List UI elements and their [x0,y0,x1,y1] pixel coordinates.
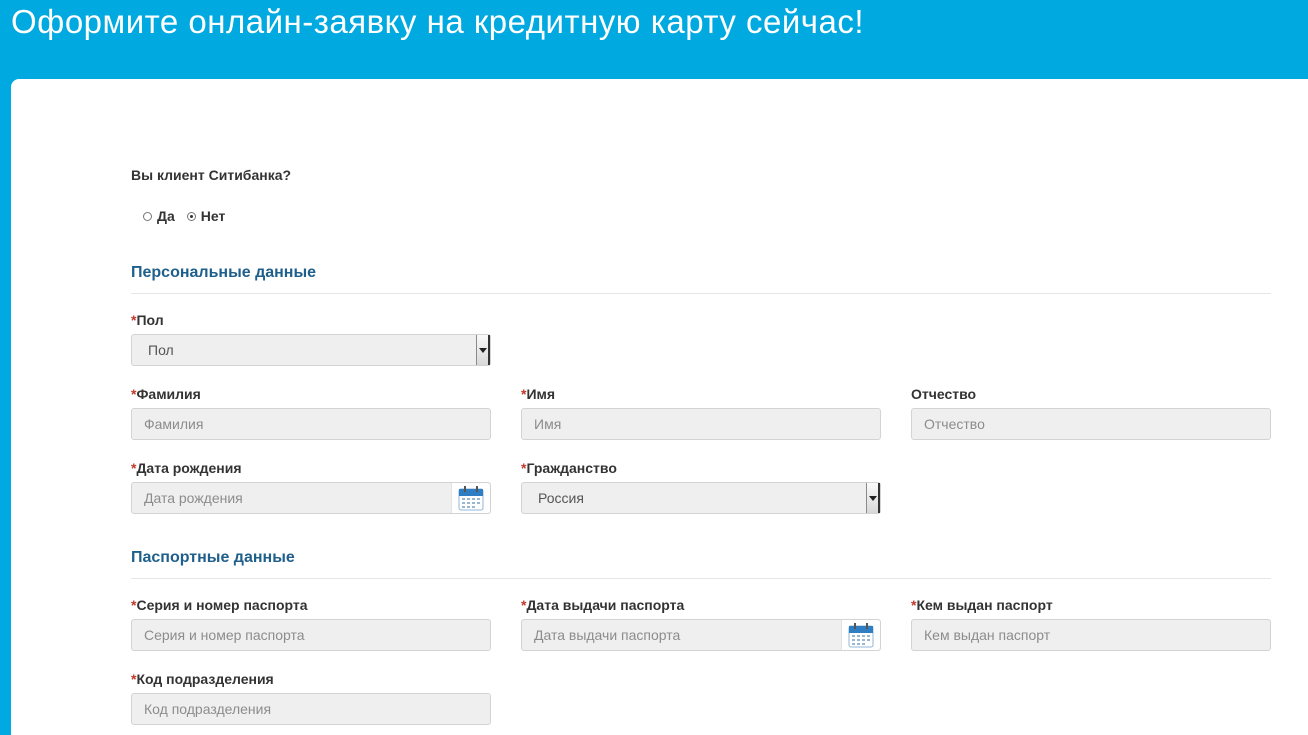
calendar-icon [848,623,874,648]
birth-date-label: *Дата рождения [131,460,242,476]
last-name-label-text: Фамилия [136,386,201,402]
passport-issued-by-label-text: Кем выдан паспорт [916,597,1053,613]
division-code-field [131,693,491,725]
citizenship-label-text: Гражданство [526,460,617,476]
radio-yes[interactable] [143,211,152,221]
first-name-label: *Имя [521,386,555,402]
radio-no[interactable] [186,211,196,221]
page-title: Оформите онлайн-заявку на кредитную карт… [11,3,865,40]
passport-number-input[interactable] [132,620,490,650]
last-name-field [131,408,491,440]
gender-select-value: Пол [148,342,174,358]
section-title-passport: Паспортные данные [131,549,295,566]
passport-issue-date-label-text: Дата выдачи паспорта [526,597,685,613]
section-divider [131,578,1271,579]
citizenship-select-value: Россия [538,490,584,506]
passport-issue-date-label: *Дата выдачи паспорта [521,597,684,613]
birth-date-input[interactable] [132,483,490,513]
passport-issued-by-input[interactable] [912,620,1270,650]
middle-name-input[interactable] [912,409,1270,439]
passport-issue-date-field [521,619,881,651]
birth-date-field [131,482,491,514]
client-radio-group: Да Нет [143,208,225,224]
passport-issue-date-input[interactable] [522,620,880,650]
first-name-input[interactable] [522,409,880,439]
passport-issued-by-label: *Кем выдан паспорт [911,597,1053,613]
section-title-personal: Персональные данные [131,264,317,281]
passport-number-label-text: Серия и номер паспорта [136,597,308,613]
dropdown-arrow-icon[interactable] [866,483,880,513]
middle-name-field [911,408,1271,440]
radio-no-label[interactable]: Нет [201,208,226,224]
gender-label: *Пол [131,312,164,328]
division-code-input[interactable] [132,694,490,724]
passport-issue-date-calendar-button[interactable] [841,620,880,650]
birth-date-label-text: Дата рождения [136,460,242,476]
section-divider [131,293,1271,294]
passport-number-field [131,619,491,651]
division-code-label: *Код подразделения [131,671,274,687]
dropdown-arrow-icon[interactable] [476,335,490,365]
gender-label-text: Пол [136,312,164,328]
first-name-field [521,408,881,440]
citizenship-label: *Гражданство [521,460,617,476]
passport-issued-by-field [911,619,1271,651]
birth-date-calendar-button[interactable] [451,483,490,513]
last-name-input[interactable] [132,409,490,439]
client-question-label: Вы клиент Ситибанка? [131,167,292,183]
first-name-label-text: Имя [526,386,556,402]
middle-name-label: Отчество [911,386,977,402]
calendar-icon [458,486,484,511]
last-name-label: *Фамилия [131,386,201,402]
division-code-label-text: Код подразделения [136,671,274,687]
passport-number-label: *Серия и номер паспорта [131,597,308,613]
gender-select[interactable]: Пол [131,334,491,366]
radio-yes-label[interactable]: Да [157,208,175,224]
citizenship-select[interactable]: Россия [521,482,881,514]
